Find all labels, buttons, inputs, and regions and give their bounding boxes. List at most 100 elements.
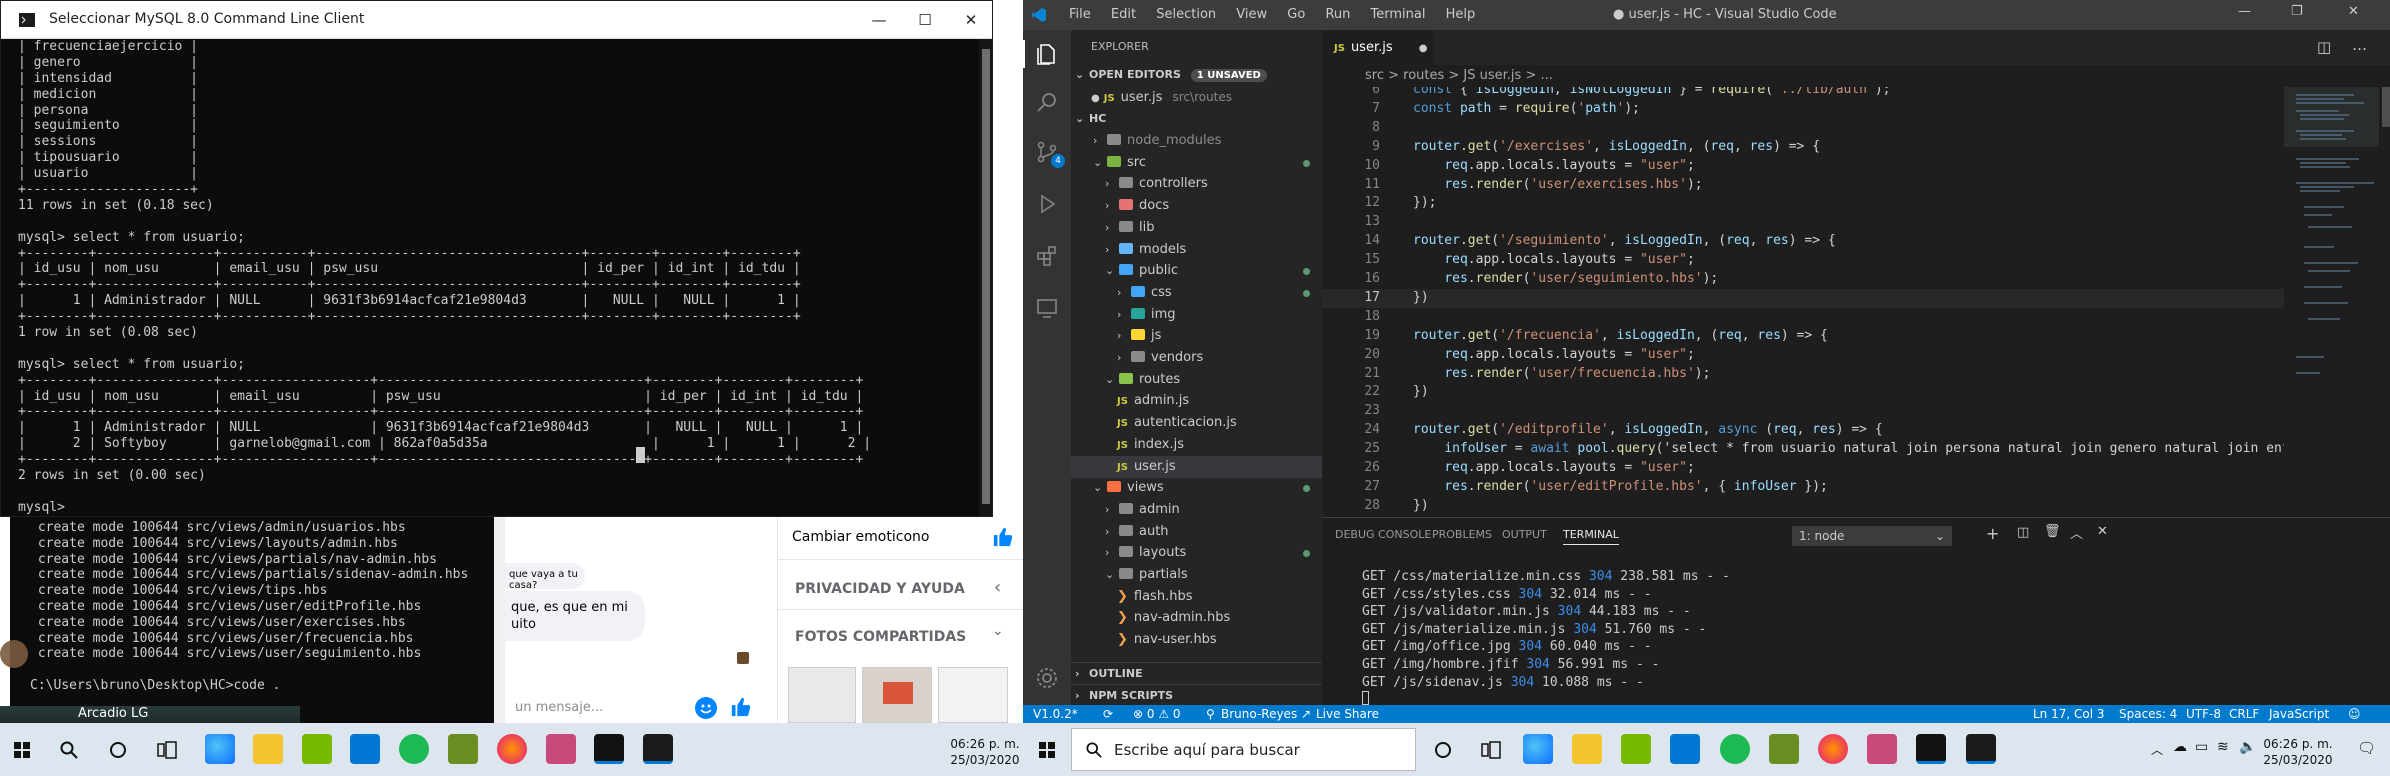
tree-folder[interactable]: ⌄ public xyxy=(1071,260,1322,282)
npm-scripts-section[interactable]: › NPM SCRIPTS xyxy=(1071,684,1322,706)
edge-icon[interactable] xyxy=(1523,734,1553,764)
like-icon[interactable] xyxy=(992,526,1014,548)
tree-folder[interactable]: ⌄ partials xyxy=(1071,564,1322,586)
edge-icon[interactable] xyxy=(205,734,235,764)
emoji-icon[interactable] xyxy=(695,697,717,719)
shared-photo-thumbnail[interactable] xyxy=(938,667,1008,723)
restore-icon[interactable]: ❐ xyxy=(2291,4,2303,19)
remote-explorer-icon[interactable] xyxy=(1035,296,1059,320)
tree-file[interactable]: ❯ flash.hbs xyxy=(1071,586,1322,608)
shared-photos-label[interactable]: FOTOS COMPARTIDAS xyxy=(795,629,966,645)
like-icon[interactable] xyxy=(730,696,752,718)
maximize-icon[interactable]: ☐ xyxy=(902,1,948,39)
tree-folder[interactable]: › lib xyxy=(1071,217,1322,239)
tree-folder[interactable]: ⌄ src xyxy=(1071,152,1322,174)
tab-output[interactable]: OUTPUT xyxy=(1502,528,1547,541)
tree-file[interactable]: JS autenticacion.js xyxy=(1071,412,1322,434)
gear-icon[interactable] xyxy=(1035,666,1059,690)
task-view-icon[interactable] xyxy=(157,741,177,759)
spotify-icon[interactable] xyxy=(1720,734,1750,764)
minimap[interactable] xyxy=(2284,87,2390,517)
file-explorer-icon[interactable] xyxy=(253,734,283,764)
menu-terminal[interactable]: Terminal xyxy=(1371,7,1426,22)
volume-icon[interactable]: 🔈 xyxy=(2239,739,2256,755)
mysql-console-output[interactable]: | frecuenciaejercicio | | genero | | inten… xyxy=(1,39,979,516)
close-panel-icon[interactable]: ✕ xyxy=(2097,524,2108,539)
cortana-icon[interactable] xyxy=(1434,741,1452,759)
trash-icon[interactable]: 🗑 xyxy=(2044,524,2061,539)
tree-folder[interactable]: › css xyxy=(1071,282,1322,304)
shared-photo-thumbnail[interactable] xyxy=(788,667,856,723)
live-share[interactable]: Live Share xyxy=(1316,705,1379,723)
windows-start-icon[interactable] xyxy=(14,742,30,758)
mysql-taskbar-icon[interactable] xyxy=(1966,734,1996,764)
vscode-titlebar[interactable]: File Edit Selection View Go Run Terminal… xyxy=(1023,0,2390,30)
minimize-icon[interactable]: — xyxy=(856,1,902,39)
tree-file[interactable]: JS index.js xyxy=(1071,434,1322,456)
explorer-icon[interactable] xyxy=(1035,42,1059,66)
search-icon[interactable] xyxy=(1035,90,1059,114)
menu-file[interactable]: File xyxy=(1069,7,1091,22)
nvidia-icon[interactable] xyxy=(302,734,332,764)
menu-selection[interactable]: Selection xyxy=(1156,7,1216,22)
menu-run[interactable]: Run xyxy=(1325,7,1350,22)
indentation[interactable]: Spaces: 4 xyxy=(2119,705,2177,723)
firefox-icon[interactable] xyxy=(497,734,527,764)
cmd-taskbar-icon[interactable] xyxy=(594,734,624,764)
menu-edit[interactable]: Edit xyxy=(1111,7,1136,22)
tree-file[interactable]: JS user.js xyxy=(1071,455,1322,478)
tree-folder[interactable]: › controllers xyxy=(1071,173,1322,195)
tab-user-js[interactable]: JS user.js ● xyxy=(1322,30,1433,65)
status-user[interactable]: Bruno-Reyes xyxy=(1221,705,1297,723)
cortana-icon[interactable] xyxy=(109,741,127,759)
desktop-user-label[interactable]: Arcadio LG xyxy=(78,706,148,721)
feedback-icon[interactable]: ☺ xyxy=(2348,705,2361,723)
split-terminal-icon[interactable]: ◫ xyxy=(2017,525,2029,540)
background-cmd-scrollbar[interactable] xyxy=(494,517,505,723)
tree-folder[interactable]: ⌄ routes xyxy=(1071,369,1322,391)
right-clock-time[interactable]: 06:26 p. m. xyxy=(2263,737,2333,751)
open-editor-item[interactable]: ● JS user.js src\routes xyxy=(1071,86,1322,108)
menu-view[interactable]: View xyxy=(1236,7,1267,22)
breadcrumb[interactable]: src > routes > JS user.js > ... xyxy=(1322,65,2390,87)
wifi-icon[interactable]: ≋ xyxy=(2217,739,2229,755)
tree-folder[interactable]: › vendors xyxy=(1071,347,1322,369)
problems-count[interactable]: ⊗ 0 ⚠ 0 xyxy=(1133,705,1181,723)
cursor-position[interactable]: Ln 17, Col 3 xyxy=(2033,705,2105,723)
desktop-avatar[interactable] xyxy=(0,640,28,668)
cmd-taskbar-icon[interactable] xyxy=(1916,734,1946,764)
cloud-icon[interactable]: ☁ xyxy=(2173,739,2187,755)
tree-file[interactable]: JS admin.js xyxy=(1071,390,1322,412)
unsaved-dot-icon[interactable]: ● xyxy=(1419,43,1428,54)
tree-folder[interactable]: › node_modules xyxy=(1071,130,1322,152)
close-icon[interactable]: ✕ xyxy=(948,1,992,39)
code-editor[interactable]: 6 const { isLoggedIn, isNotLoggedIn } = r… xyxy=(1322,87,2284,517)
notifications-icon[interactable]: 🗨 xyxy=(2357,739,2376,757)
task-view-icon[interactable] xyxy=(1481,741,1501,759)
menu-help[interactable]: Help xyxy=(1446,7,1476,22)
minecraft-icon[interactable] xyxy=(448,734,478,764)
mysql-taskbar-icon[interactable] xyxy=(643,734,673,764)
git-branch[interactable]: V1.0.2* xyxy=(1033,705,1078,723)
outline-section[interactable]: › OUTLINE xyxy=(1071,662,1322,684)
chevron-down-icon[interactable]: ⌄ xyxy=(992,623,1004,639)
minimize-icon[interactable]: — xyxy=(2238,4,2251,19)
tree-folder[interactable]: › layouts xyxy=(1071,542,1322,564)
left-clock-time[interactable]: 06:26 p. m. xyxy=(950,737,1020,751)
search-icon[interactable] xyxy=(60,741,78,759)
vscode-taskbar-icon[interactable] xyxy=(350,734,380,764)
chevron-up-icon[interactable]: ︿ xyxy=(2151,741,2163,758)
windows-start-icon[interactable] xyxy=(1039,742,1055,758)
file-explorer-icon[interactable] xyxy=(1572,734,1602,764)
tree-folder[interactable]: › js xyxy=(1071,325,1322,347)
battery-icon[interactable]: ▭ xyxy=(2195,739,2208,755)
tree-folder[interactable]: › img xyxy=(1071,304,1322,326)
taskbar-search-box[interactable]: Escribe aquí para buscar xyxy=(1071,728,1416,771)
mysql-window[interactable]: Seleccionar MySQL 8.0 Command Line Clien… xyxy=(0,0,993,517)
new-terminal-icon[interactable]: + xyxy=(1986,524,1999,543)
tree-file[interactable]: ❯ nav-user.hbs xyxy=(1071,629,1322,651)
chevron-left-icon[interactable]: ‹ xyxy=(994,577,1001,598)
terminal-output[interactable]: GET /css/materialize.min.css 304 238.581… xyxy=(1362,568,2362,691)
tree-folder[interactable]: › docs xyxy=(1071,195,1322,217)
tree-folder[interactable]: ⌄ views xyxy=(1071,477,1322,499)
